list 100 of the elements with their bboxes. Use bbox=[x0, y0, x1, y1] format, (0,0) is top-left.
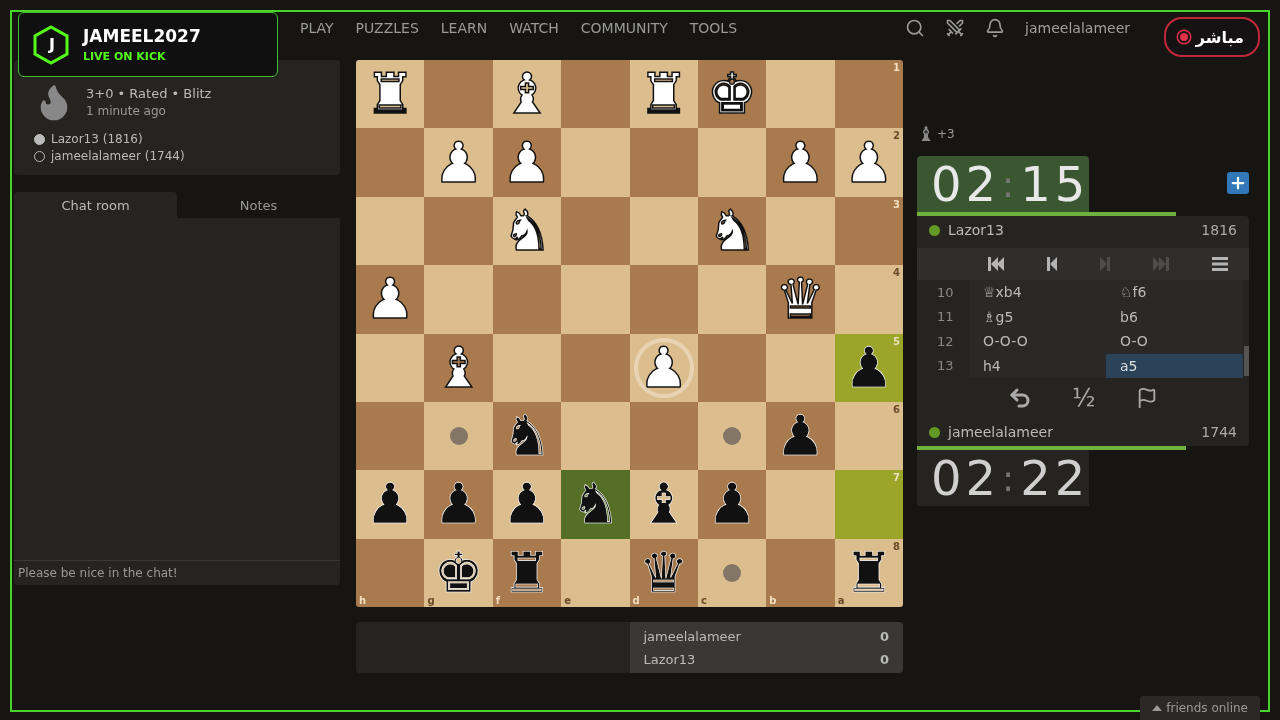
nav-link[interactable]: COMMUNITY bbox=[580, 19, 668, 36]
chess-piece[interactable]: ♞ bbox=[501, 408, 553, 465]
player-name[interactable]: jameelalameer (1744) bbox=[51, 149, 185, 163]
nav-link[interactable]: PUZZLES bbox=[355, 19, 419, 36]
board-square[interactable]: b bbox=[766, 538, 835, 607]
board-square[interactable]: ♟ bbox=[492, 470, 562, 539]
chess-piece[interactable]: ♟ bbox=[775, 134, 826, 191]
board-square[interactable]: ♟ bbox=[697, 470, 767, 539]
material-advantage: +3 bbox=[936, 127, 955, 141]
chess-piece[interactable]: ♚ bbox=[433, 544, 484, 601]
chess-piece[interactable]: ♟ bbox=[843, 339, 894, 396]
board-square[interactable] bbox=[561, 196, 630, 266]
rank-label: 2 bbox=[893, 130, 900, 142]
chess-piece[interactable]: ♝ bbox=[638, 476, 689, 533]
chess-piece[interactable]: ♜ bbox=[501, 544, 553, 601]
search-icon[interactable] bbox=[905, 17, 926, 38]
menu-icon bbox=[1211, 257, 1228, 271]
chess-piece[interactable]: ♝ bbox=[433, 339, 484, 396]
board-square[interactable]: 4 bbox=[834, 265, 903, 334]
logo-letter: J bbox=[49, 35, 55, 54]
move-dot[interactable] bbox=[723, 563, 742, 582]
move[interactable]: a5 bbox=[1106, 353, 1243, 378]
board-square[interactable]: 1 bbox=[834, 60, 903, 129]
file-label: e bbox=[564, 595, 571, 606]
clock: 02:15 bbox=[917, 156, 1089, 212]
move[interactable]: h4 bbox=[969, 353, 1106, 378]
board-square[interactable]: 6 bbox=[834, 401, 903, 471]
move[interactable]: ♘f6 bbox=[1106, 280, 1243, 305]
game-type: 3+0 • Rated • Blitz bbox=[86, 86, 212, 101]
board-square[interactable]: ♞ bbox=[697, 196, 767, 266]
board-square[interactable]: ♟ bbox=[766, 128, 835, 197]
file-label: h bbox=[359, 595, 367, 606]
chess-piece[interactable]: ♛ bbox=[638, 544, 689, 601]
chess-piece[interactable]: ♟ bbox=[775, 408, 826, 465]
chat-input[interactable]: Please be nice in the chat! bbox=[14, 560, 340, 585]
file-label: d bbox=[632, 595, 640, 606]
move[interactable]: ♕xb4 bbox=[969, 280, 1106, 305]
draw-offer-button[interactable]: ½ bbox=[1072, 384, 1096, 412]
board-square[interactable] bbox=[766, 196, 835, 266]
board-square[interactable] bbox=[492, 265, 562, 334]
board-square[interactable]: ♟ bbox=[766, 401, 835, 471]
player-name[interactable]: Lazor13 (1816) bbox=[51, 132, 143, 146]
board-square[interactable]: h bbox=[356, 538, 425, 607]
chess-piece[interactable]: ♟ bbox=[433, 476, 484, 533]
board-square[interactable]: ♟ bbox=[424, 470, 493, 539]
chess-piece[interactable]: ♟ bbox=[365, 271, 416, 328]
score-player: jameelalameer bbox=[643, 628, 741, 644]
chess-piece[interactable]: ♟ bbox=[365, 476, 416, 533]
move-dot[interactable] bbox=[449, 427, 468, 446]
board-square[interactable] bbox=[697, 128, 767, 197]
captured-piece: ♝ bbox=[917, 122, 935, 146]
bell-icon[interactable] bbox=[985, 17, 1006, 38]
board-square[interactable]: 3 bbox=[834, 196, 903, 266]
board-square[interactable] bbox=[629, 196, 698, 266]
crossed-swords-icon[interactable] bbox=[945, 17, 966, 38]
board-square[interactable] bbox=[492, 333, 562, 402]
rank-label: 1 bbox=[893, 62, 900, 73]
step-forward-icon bbox=[1100, 257, 1110, 271]
username-link[interactable]: jameelalameer bbox=[1025, 19, 1130, 36]
nav-link[interactable]: LEARN bbox=[440, 19, 488, 36]
friends-online-button[interactable]: friends online bbox=[1140, 696, 1260, 720]
move[interactable]: ♗g5 bbox=[969, 304, 1106, 329]
board-square[interactable] bbox=[424, 196, 493, 266]
chess-piece[interactable]: ♞ bbox=[706, 202, 758, 259]
chess-piece[interactable]: ♟ bbox=[501, 134, 553, 191]
nav-link[interactable]: WATCH bbox=[509, 19, 559, 36]
rank-label: 7 bbox=[893, 472, 900, 484]
board-square[interactable] bbox=[424, 401, 493, 471]
board-square[interactable]: ♟ bbox=[492, 128, 562, 197]
chess-piece[interactable]: ♟ bbox=[501, 476, 553, 533]
rank-label: 8 bbox=[893, 540, 900, 552]
move[interactable]: O-O bbox=[1106, 329, 1243, 354]
board-square[interactable] bbox=[356, 333, 425, 402]
chat-tab[interactable]: Chat room bbox=[14, 192, 177, 218]
scrollbar-thumb[interactable] bbox=[1244, 346, 1249, 376]
nav-link[interactable]: TOOLS bbox=[689, 19, 737, 36]
board-square[interactable]: ♞ bbox=[561, 470, 630, 539]
nav-link[interactable]: PLAY bbox=[300, 19, 334, 36]
board-square[interactable]: ♟ bbox=[356, 470, 425, 539]
add-time-button[interactable] bbox=[1227, 172, 1249, 194]
player-name[interactable]: jameelalameer bbox=[948, 424, 1053, 440]
move[interactable]: b6 bbox=[1106, 304, 1243, 329]
chess-piece[interactable]: ♟ bbox=[706, 476, 758, 533]
chess-piece[interactable]: ♜ bbox=[843, 544, 894, 601]
player-name[interactable]: Lazor13 bbox=[948, 222, 1004, 238]
chess-piece[interactable]: ♞ bbox=[570, 476, 621, 533]
board-square[interactable]: ♟ bbox=[356, 265, 425, 334]
live-platform-label: LIVE ON KICK bbox=[83, 50, 167, 63]
board-square[interactable]: c bbox=[697, 538, 767, 607]
move-dot[interactable] bbox=[723, 427, 742, 446]
board-square[interactable]: e bbox=[561, 538, 630, 607]
game-time: 1 minute ago bbox=[86, 104, 167, 118]
board-square[interactable] bbox=[356, 401, 425, 471]
player-rating: 1816 bbox=[1201, 222, 1237, 238]
board-square[interactable]: ♝ bbox=[629, 470, 698, 539]
board-square[interactable] bbox=[356, 196, 425, 266]
board-square[interactable]: ♞ bbox=[492, 401, 562, 471]
board-square[interactable]: ♝ bbox=[424, 333, 493, 402]
move[interactable]: O-O-O bbox=[969, 329, 1106, 354]
chat-tab[interactable]: Notes bbox=[177, 192, 340, 218]
